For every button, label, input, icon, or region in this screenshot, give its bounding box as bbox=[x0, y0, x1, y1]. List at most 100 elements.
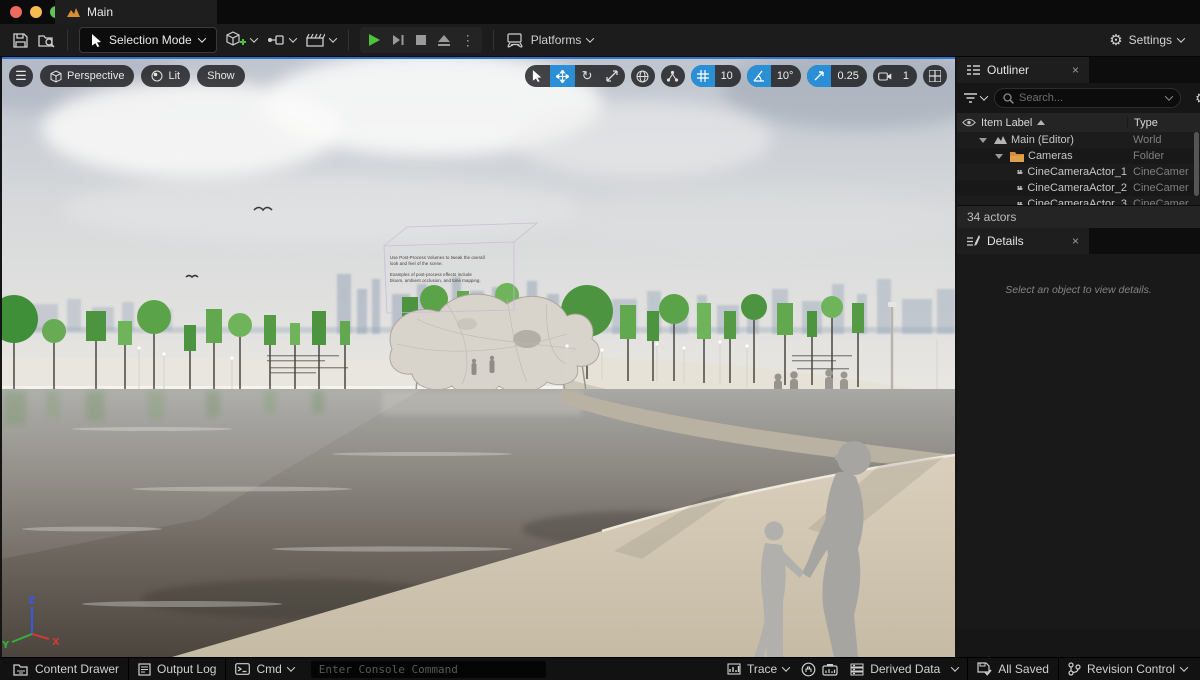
console-command-box[interactable] bbox=[311, 661, 546, 678]
close-outliner-icon[interactable]: × bbox=[1072, 63, 1079, 77]
camera-speed-control[interactable]: 1 bbox=[873, 65, 917, 87]
scale-tool-button[interactable] bbox=[600, 65, 625, 87]
tab-label: Main bbox=[87, 5, 113, 19]
outliner-row-cinecamera1[interactable]: CineCameraActor_1 CineCamer bbox=[957, 164, 1200, 180]
search-input[interactable] bbox=[1019, 92, 1161, 104]
angle-snap-icon[interactable] bbox=[747, 65, 771, 87]
selection-mode-dropdown[interactable]: Selection Mode bbox=[79, 27, 217, 53]
expand-arrow-icon[interactable] bbox=[979, 138, 987, 143]
grid-snap-icon[interactable] bbox=[691, 65, 715, 87]
all-saved-button[interactable]: All Saved bbox=[968, 658, 1058, 680]
perspective-label: Perspective bbox=[67, 70, 124, 82]
derived-data-dropdown[interactable]: Derived Data bbox=[841, 658, 967, 680]
close-details-icon[interactable]: × bbox=[1072, 234, 1079, 248]
scale-snap-control[interactable]: 0.25 bbox=[807, 65, 866, 87]
world-coordinate-button[interactable] bbox=[631, 65, 655, 87]
outliner-search[interactable] bbox=[994, 88, 1181, 108]
scene-annotation-text: Use Post-Process Volumes to tweak the ov… bbox=[390, 255, 486, 289]
show-dropdown[interactable]: Show bbox=[197, 65, 245, 87]
toolbar-separator bbox=[493, 30, 494, 50]
revision-control-dropdown[interactable]: Revision Control bbox=[1059, 658, 1196, 680]
details-icon bbox=[967, 235, 980, 247]
settings-dropdown[interactable]: ⚙ Settings bbox=[1109, 33, 1192, 48]
blueprints-button[interactable] bbox=[262, 27, 301, 53]
camera-speed-value[interactable]: 1 bbox=[897, 70, 917, 82]
outliner-row-main[interactable]: Main (Editor) World bbox=[957, 132, 1200, 148]
skip-frame-button[interactable] bbox=[386, 27, 410, 53]
save-button[interactable] bbox=[8, 27, 33, 53]
column-type[interactable]: Type bbox=[1127, 117, 1200, 129]
eject-button[interactable] bbox=[432, 27, 456, 53]
save-check-icon bbox=[977, 662, 992, 676]
level-tab-main[interactable]: Main bbox=[55, 0, 217, 24]
gear-icon: ⚙ bbox=[1109, 33, 1122, 48]
outliner-rows: Main (Editor) World Cameras Folder CineC… bbox=[957, 132, 1200, 205]
toolbar-separator bbox=[348, 30, 349, 50]
stop-button[interactable] bbox=[410, 27, 432, 53]
outliner-scrollbar[interactable] bbox=[1194, 132, 1199, 196]
cmd-dropdown[interactable]: Cmd bbox=[226, 658, 302, 680]
select-tool-button[interactable] bbox=[525, 65, 550, 87]
column-item-label[interactable]: Item Label bbox=[981, 117, 1127, 129]
eye-icon[interactable] bbox=[957, 118, 981, 127]
trace-bookmark-button[interactable] bbox=[798, 658, 819, 680]
world-icon bbox=[994, 135, 1007, 145]
outliner-title: Outliner bbox=[987, 63, 1029, 77]
viewport-options-menu[interactable]: ☰ bbox=[9, 65, 33, 87]
rotation-snap-control[interactable]: 10° bbox=[747, 65, 802, 87]
unreal-editor-window: Main Selection Mode bbox=[0, 0, 1200, 680]
tab-outliner[interactable]: Outliner × bbox=[957, 57, 1089, 83]
settings-label: Settings bbox=[1129, 33, 1172, 47]
output-log-button[interactable]: Output Log bbox=[129, 658, 225, 680]
outliner-row-cinecamera2[interactable]: CineCameraActor_2 CineCamer bbox=[957, 180, 1200, 196]
scale-snap-value[interactable]: 0.25 bbox=[831, 70, 866, 82]
console-command-input[interactable] bbox=[319, 663, 538, 676]
trace-screenshot-button[interactable] bbox=[819, 658, 841, 680]
details-tab-bar: Details × bbox=[957, 228, 1200, 254]
expand-arrow-icon[interactable] bbox=[995, 154, 1003, 159]
chevron-down-icon bbox=[782, 663, 790, 671]
outliner-row-cameras-folder[interactable]: Cameras Folder bbox=[957, 148, 1200, 164]
cinematics-button[interactable] bbox=[301, 27, 341, 53]
play-controls: ⋮ bbox=[360, 27, 482, 53]
platforms-dropdown[interactable]: Platforms bbox=[501, 27, 599, 53]
perspective-dropdown[interactable]: Perspective bbox=[40, 65, 134, 87]
filter-icon bbox=[964, 93, 977, 104]
transform-tool-group: ↻ bbox=[525, 65, 625, 87]
play-button[interactable] bbox=[362, 27, 386, 53]
outliner-actor-count: 34 actors bbox=[957, 205, 1200, 228]
add-actor-button[interactable] bbox=[221, 27, 262, 53]
content-drawer-icon bbox=[13, 663, 29, 676]
rotate-tool-button[interactable]: ↻ bbox=[575, 65, 600, 87]
camera-speed-icon[interactable] bbox=[873, 65, 897, 87]
lit-mode-dropdown[interactable]: Lit bbox=[141, 65, 190, 87]
outliner-filter-button[interactable] bbox=[964, 93, 987, 104]
console-icon bbox=[235, 663, 250, 675]
play-options-button[interactable]: ⋮ bbox=[456, 27, 480, 53]
grid-snap-value[interactable]: 10 bbox=[715, 70, 741, 82]
outliner-icon bbox=[967, 65, 980, 76]
browse-content-button[interactable] bbox=[33, 27, 60, 53]
outliner-column-header[interactable]: Item Label Type bbox=[957, 113, 1200, 132]
scale-snap-icon[interactable] bbox=[807, 65, 831, 87]
maximize-viewport-button[interactable] bbox=[923, 65, 947, 87]
outliner-row-cinecamera3-partial[interactable]: CineCameraActor_3 CineCamer bbox=[957, 196, 1200, 205]
platforms-icon bbox=[506, 33, 525, 48]
content-drawer-button[interactable]: Content Drawer bbox=[4, 658, 128, 680]
surface-snapping-button[interactable] bbox=[661, 65, 685, 87]
annotation-paragraph: Use Post-Process Volumes to tweak the ov… bbox=[390, 255, 486, 268]
tab-details[interactable]: Details × bbox=[957, 228, 1089, 254]
level-viewport[interactable]: Z Y X Use Post-Process Volumes to tweak … bbox=[2, 57, 955, 657]
chevron-down-icon bbox=[951, 663, 959, 671]
outliner-settings-icon[interactable]: ⚙ bbox=[1195, 91, 1200, 105]
grid-snap-control[interactable]: 10 bbox=[691, 65, 741, 87]
viewport-controls-left: ☰ Perspective Lit Show bbox=[9, 65, 245, 87]
chevron-down-icon bbox=[328, 34, 336, 42]
chevron-down-icon bbox=[249, 34, 257, 42]
gizmo-x-label: X bbox=[52, 637, 60, 648]
trace-dropdown[interactable]: Trace bbox=[718, 658, 798, 680]
close-window-icon[interactable] bbox=[10, 6, 22, 18]
rotation-snap-value[interactable]: 10° bbox=[771, 70, 802, 82]
move-tool-button[interactable] bbox=[550, 65, 575, 87]
minimize-window-icon[interactable] bbox=[30, 6, 42, 18]
